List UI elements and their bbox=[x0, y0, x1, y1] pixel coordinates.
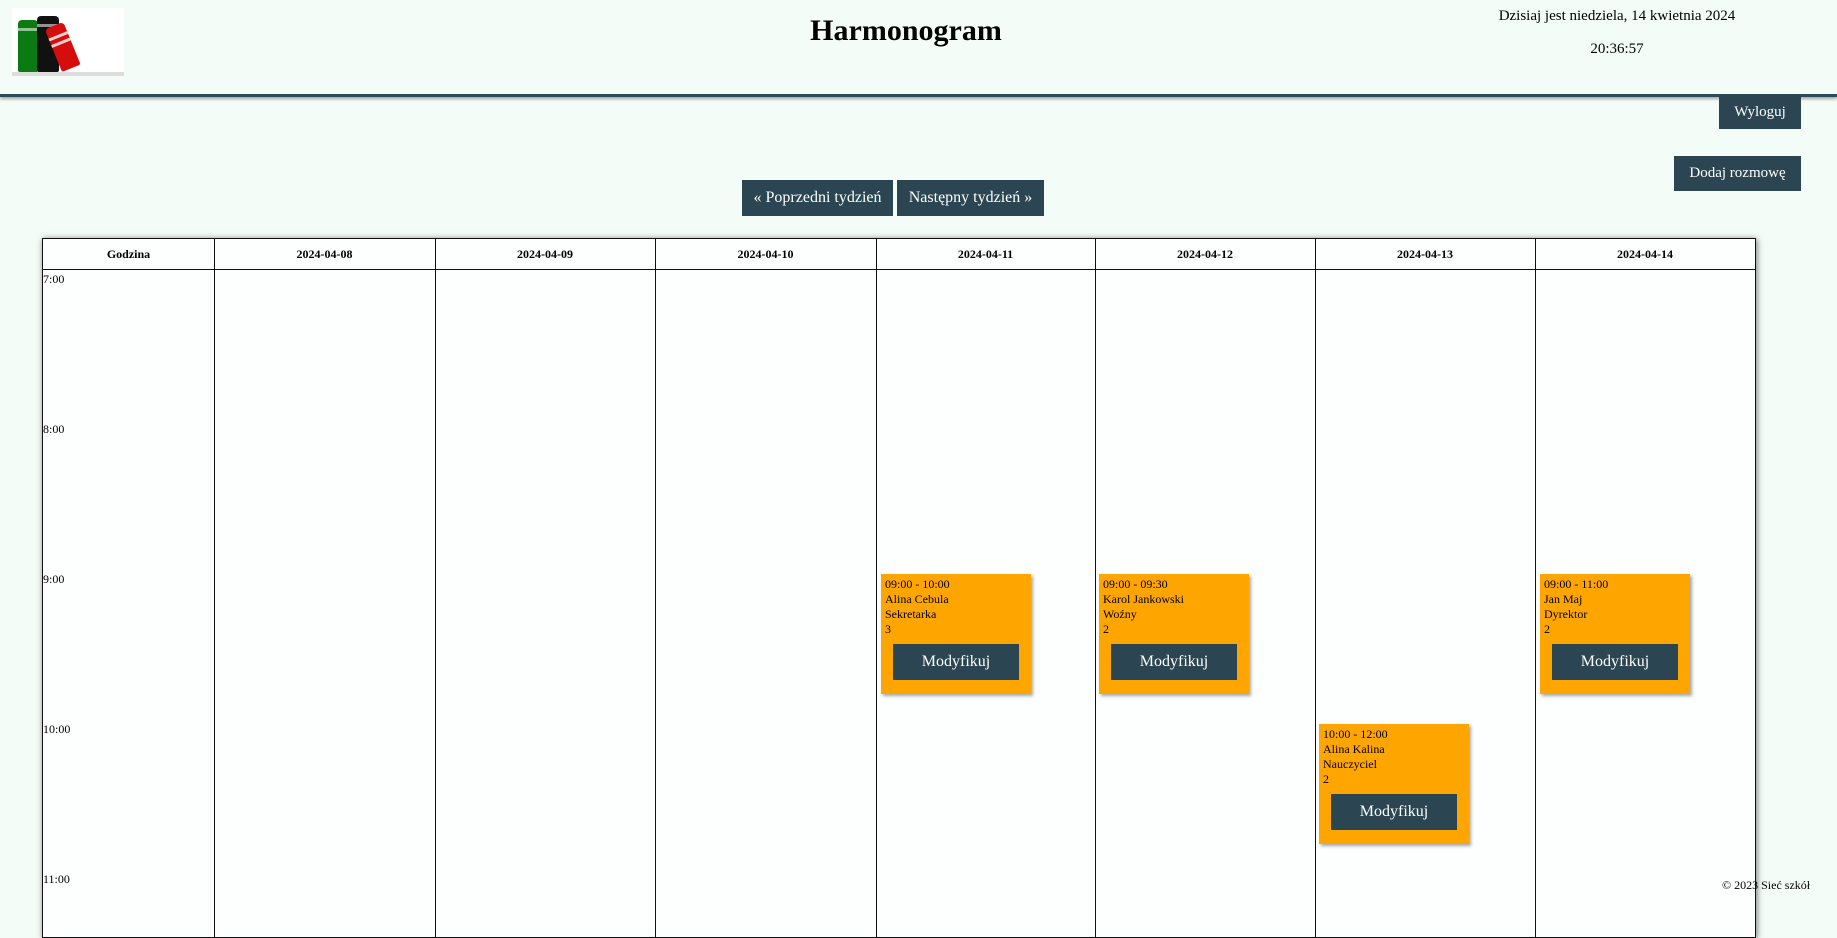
appointment-role: Dyrektor bbox=[1544, 607, 1588, 621]
column-divider bbox=[214, 239, 215, 937]
day-column-header: 2024-04-09 bbox=[517, 246, 573, 261]
appointment-time: 09:00 - 09:30 bbox=[1103, 577, 1168, 591]
column-divider bbox=[876, 239, 877, 937]
hour-label: 11:00 bbox=[43, 872, 70, 886]
footer-copyright: © 2023 Sieć szkół bbox=[1722, 878, 1811, 892]
hour-column-header: Godzina bbox=[106, 246, 151, 261]
appointment-time: 10:00 - 12:00 bbox=[1323, 727, 1388, 741]
hour-label: 7:00 bbox=[43, 272, 65, 286]
next-week-button[interactable]: Następny tydzień » bbox=[897, 180, 1044, 216]
appointment-time: 09:00 - 11:00 bbox=[1544, 577, 1609, 591]
schedule-table: Godzina 2024-04-08 2024-04-09 2024-04-10… bbox=[42, 238, 1756, 938]
day-column-header: 2024-04-14 bbox=[1617, 246, 1673, 261]
header-divider bbox=[43, 269, 1755, 270]
modify-button[interactable]: Modyfikuj bbox=[893, 644, 1019, 680]
column-divider bbox=[1095, 239, 1096, 937]
logout-button[interactable]: Wyloguj bbox=[1719, 95, 1801, 129]
column-divider bbox=[655, 239, 656, 937]
day-column-header: 2024-04-12 bbox=[1177, 246, 1233, 261]
appointment-card: 10:00 - 12:00 Alina Kalina Nauczyciel 2 … bbox=[1319, 724, 1469, 844]
appointment-person: Alina Cebula bbox=[885, 592, 949, 606]
current-time: 20:36:57 bbox=[1590, 41, 1644, 57]
appointment-count: 3 bbox=[885, 622, 891, 636]
column-divider bbox=[1315, 239, 1316, 937]
appointment-person: Karol Jankowski bbox=[1103, 592, 1184, 606]
add-conversation-button[interactable]: Dodaj rozmowę bbox=[1674, 156, 1801, 191]
modify-button[interactable]: Modyfikuj bbox=[1552, 644, 1678, 680]
hour-label: 10:00 bbox=[43, 722, 71, 736]
appointment-count: 2 bbox=[1323, 772, 1329, 786]
current-date: Dzisiaj jest niedziela, 14 kwietnia 2024 bbox=[1498, 8, 1736, 24]
day-column-header: 2024-04-08 bbox=[296, 246, 353, 261]
modify-button[interactable]: Modyfikuj bbox=[1111, 644, 1237, 680]
appointment-role: Woźny bbox=[1103, 607, 1137, 621]
day-column-header: 2024-04-10 bbox=[737, 246, 794, 261]
day-column-header: 2024-04-13 bbox=[1397, 246, 1453, 261]
column-divider bbox=[435, 239, 436, 937]
appointment-role: Nauczyciel bbox=[1323, 757, 1377, 771]
modify-button[interactable]: Modyfikuj bbox=[1331, 794, 1457, 830]
day-column-header: 2024-04-11 bbox=[957, 246, 1014, 261]
page-header: Harmonogram Dzisiaj jest niedziela, 14 k… bbox=[0, 0, 1837, 97]
appointment-count: 2 bbox=[1544, 622, 1550, 636]
appointment-time: 09:00 - 10:00 bbox=[885, 577, 950, 591]
appointment-person: Jan Maj bbox=[1544, 592, 1583, 606]
shelf bbox=[12, 72, 124, 76]
appointment-card: 09:00 - 11:00 Jan Maj Dyrektor 2 Modyfik… bbox=[1540, 574, 1690, 694]
previous-week-button[interactable]: « Poprzedni tydzień bbox=[742, 180, 893, 216]
hour-label: 9:00 bbox=[43, 572, 65, 586]
appointment-person: Alina Kalina bbox=[1323, 742, 1385, 756]
hour-label: 8:00 bbox=[43, 422, 65, 436]
appointment-card: 09:00 - 10:00 Alina Cebula Sekretarka 3 … bbox=[881, 574, 1031, 694]
appointment-role: Sekretarka bbox=[885, 607, 937, 621]
column-divider bbox=[1535, 239, 1536, 937]
appointment-count: 2 bbox=[1103, 622, 1109, 636]
appointment-card: 09:00 - 09:30 Karol Jankowski Woźny 2 Mo… bbox=[1099, 574, 1249, 694]
